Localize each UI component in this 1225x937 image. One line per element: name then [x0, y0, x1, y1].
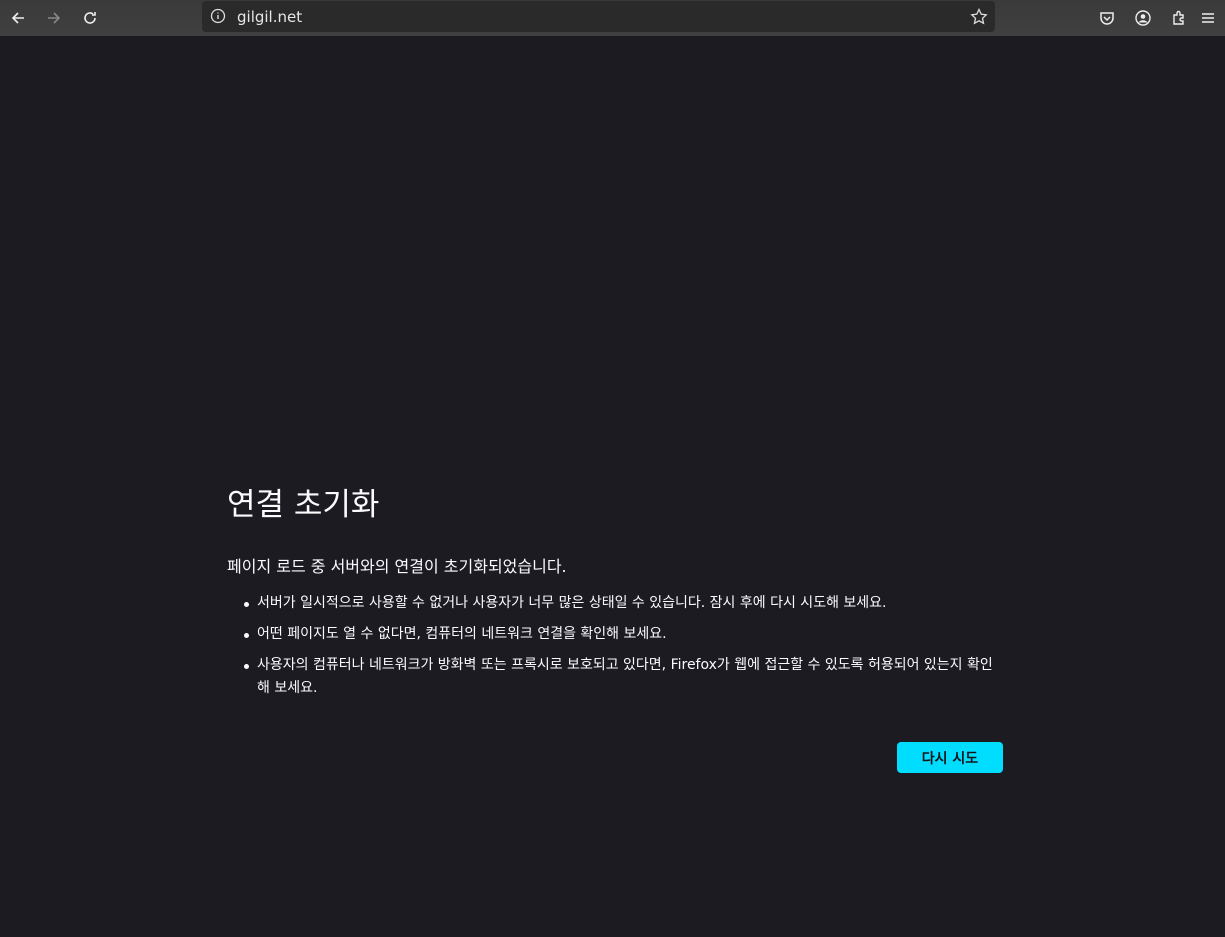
star-icon[interactable] [970, 8, 988, 26]
page-title: 연결 초기화 [227, 487, 380, 523]
reload-button[interactable] [78, 6, 102, 30]
suggestion-list: 서버가 일시적으로 사용할 수 없거나 사용자가 너무 많은 상태일 수 있습니… [227, 592, 1003, 700]
list-item: 사용자의 컴퓨터나 네트워크가 방화벽 또는 프록시로 보호되고 있다면, Fi… [227, 654, 1003, 700]
account-icon [1135, 10, 1151, 26]
account-button[interactable] [1131, 6, 1155, 30]
list-item: 어떤 페이지도 열 수 없다면, 컴퓨터의 네트워크 연결을 확인해 보세요. [227, 623, 1003, 646]
extensions-button[interactable] [1167, 6, 1191, 30]
list-item: 서버가 일시적으로 사용할 수 없거나 사용자가 너무 많은 상태일 수 있습니… [227, 592, 1003, 615]
info-icon[interactable] [210, 8, 226, 24]
pocket-icon [1100, 12, 1114, 25]
browser-toolbar: gilgil.net [0, 0, 1225, 36]
url-text[interactable]: gilgil.net [237, 8, 302, 26]
url-bar[interactable]: gilgil.net [202, 1, 995, 32]
error-page: 연결 초기화 페이지 로드 중 서버와의 연결이 초기화되었습니다. 서버가 일… [227, 484, 1003, 773]
reload-icon [84, 12, 96, 24]
menu-button[interactable] [1196, 6, 1220, 30]
forward-button[interactable] [42, 6, 66, 30]
pocket-button[interactable] [1095, 6, 1119, 30]
error-intro: 페이지 로드 중 서버와의 연결이 초기화되었습니다. [227, 557, 567, 576]
menu-icon [1202, 13, 1214, 23]
back-icon [11, 12, 24, 24]
back-button[interactable] [6, 6, 30, 30]
retry-button[interactable]: 다시 시도 [897, 742, 1003, 773]
forward-icon [48, 12, 61, 24]
extensions-icon [1173, 10, 1184, 25]
